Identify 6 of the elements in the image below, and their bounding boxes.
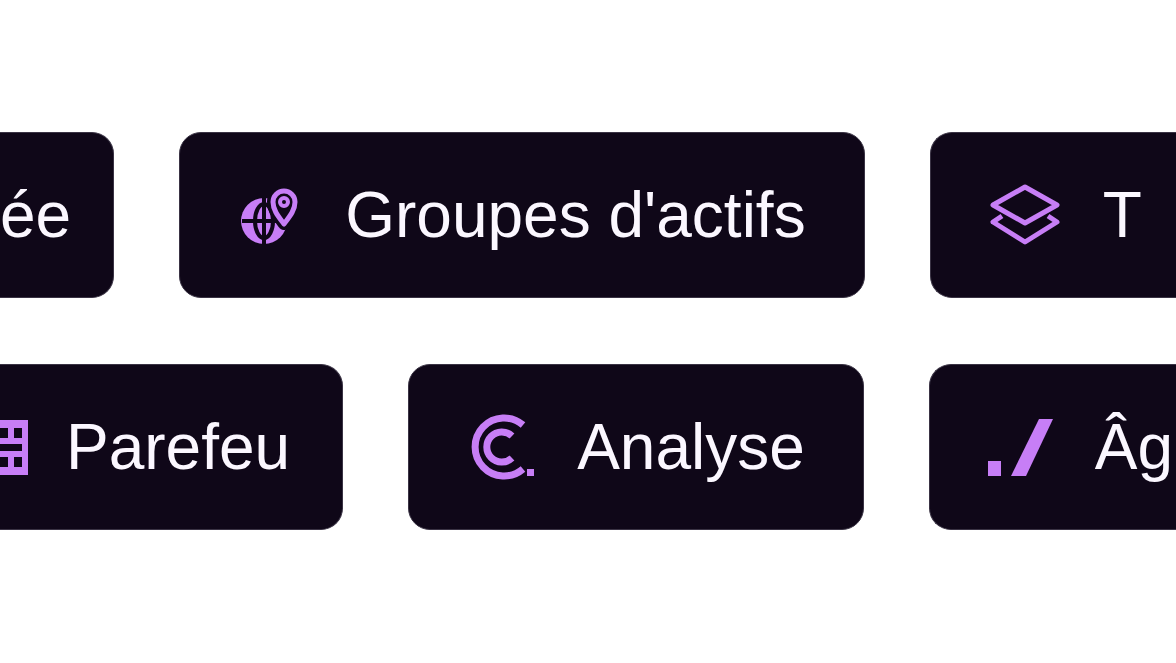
slash-icon <box>987 418 1053 476</box>
tag-label: T <box>1102 183 1142 247</box>
grid-icon <box>0 419 28 475</box>
tag-label: Parefeu <box>66 415 291 479</box>
layers-icon <box>988 184 1061 246</box>
tag-label: ée <box>0 183 72 247</box>
